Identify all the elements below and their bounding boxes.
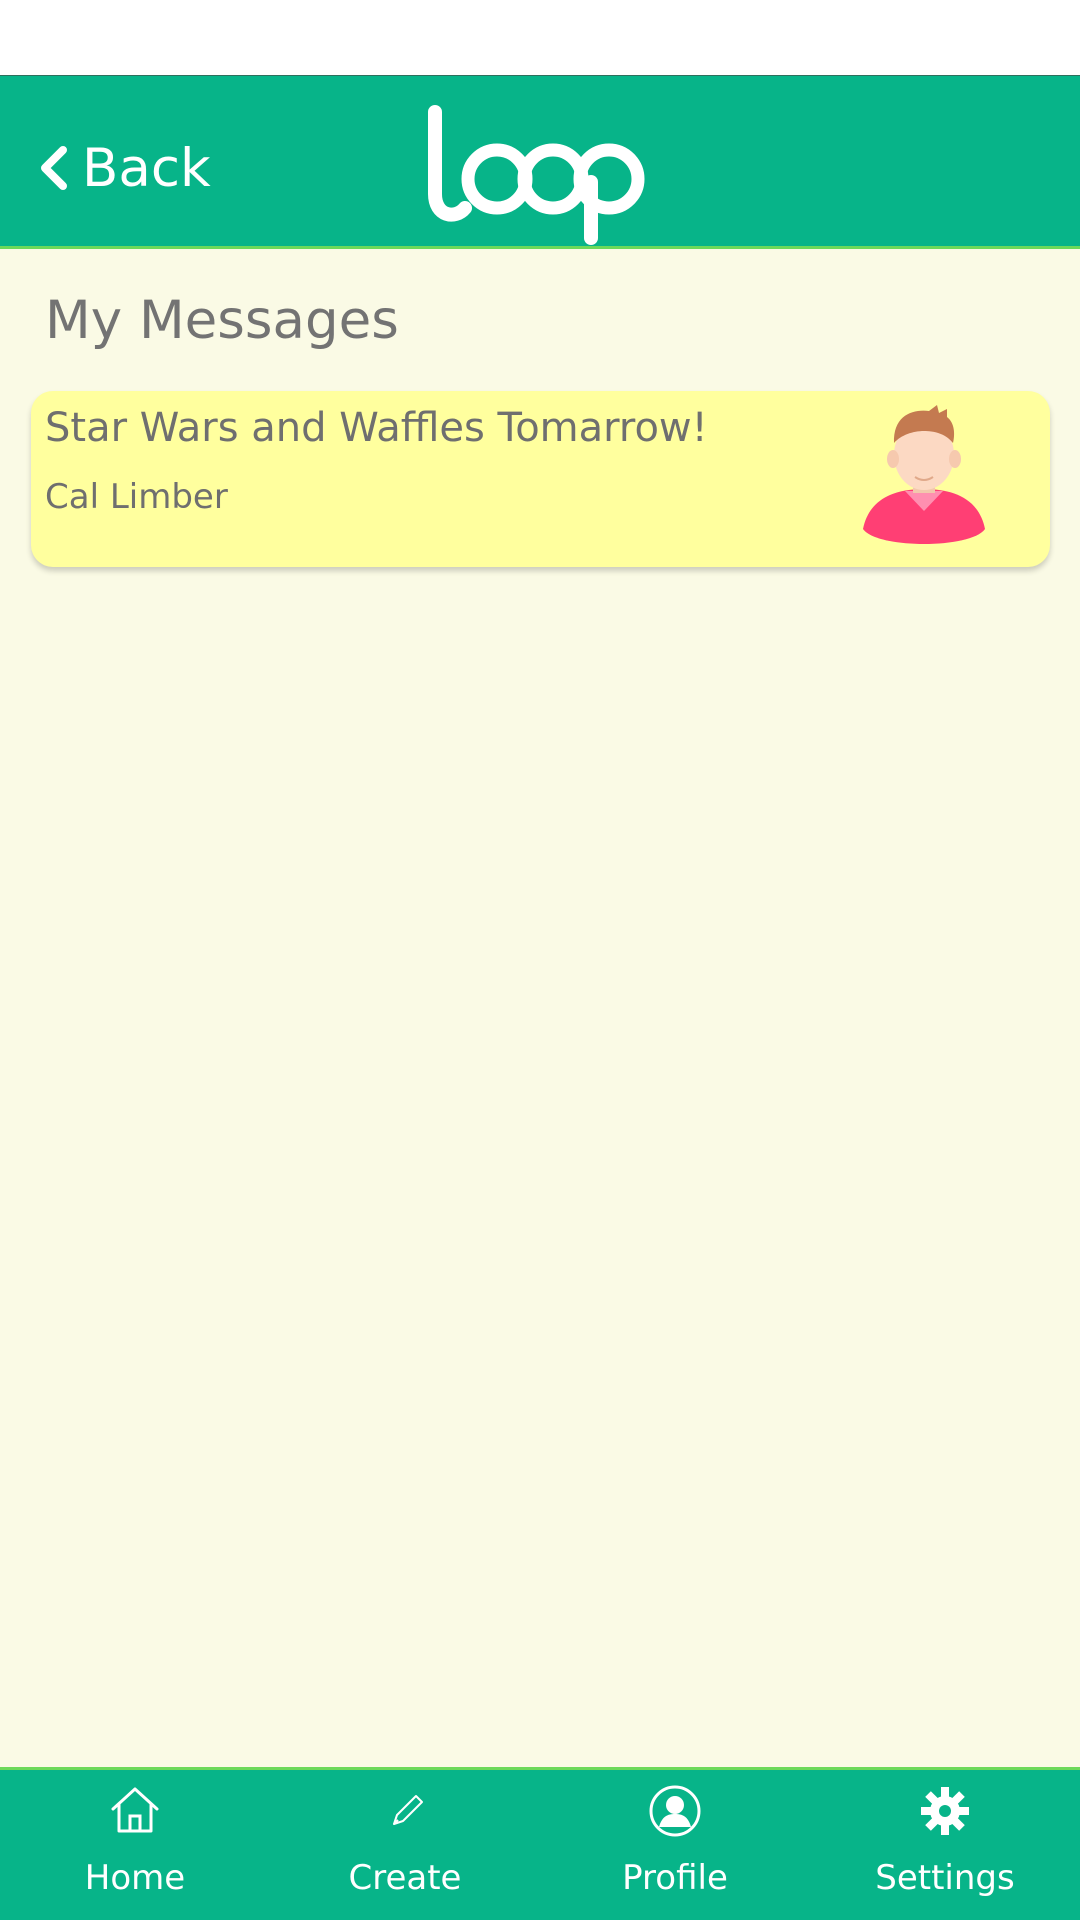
- chevron-left-icon: [41, 146, 67, 190]
- message-subject: Star Wars and Waffles Tomarrow!: [45, 405, 708, 451]
- message-card[interactable]: Star Wars and Waffles Tomarrow! Cal Limb…: [31, 391, 1050, 567]
- pencil-icon: [393, 1795, 423, 1825]
- tab-profile[interactable]: Profile: [540, 1770, 810, 1920]
- home-icon: [111, 1787, 159, 1833]
- app-header: Back: [0, 75, 1080, 249]
- tab-create[interactable]: Create: [270, 1770, 540, 1920]
- loop-logo: [428, 105, 645, 245]
- messages-content: My Messages Star Wars and Waffles Tomarr…: [0, 249, 1080, 1767]
- page-title: My Messages: [45, 290, 399, 351]
- tab-create-label: Create: [348, 1858, 462, 1898]
- gear-icon: [921, 1787, 969, 1835]
- messages-screen: Back My Messages Star Wars and Waffles T…: [0, 0, 1080, 1920]
- user-avatar-icon: [863, 405, 985, 544]
- profile-icon: [649, 1785, 701, 1837]
- tab-home-label: Home: [84, 1858, 186, 1898]
- tab-home[interactable]: Home: [0, 1770, 270, 1920]
- tab-settings-label: Settings: [875, 1858, 1015, 1898]
- bottom-tab-bar: Home Create Profile Settings: [0, 1767, 1080, 1920]
- tab-settings[interactable]: Settings: [810, 1770, 1080, 1920]
- status-bar: [0, 0, 1080, 75]
- back-button[interactable]: Back: [36, 138, 211, 198]
- tab-profile-label: Profile: [622, 1858, 728, 1898]
- back-label: Back: [82, 137, 211, 199]
- message-sender: Cal Limber: [45, 477, 228, 517]
